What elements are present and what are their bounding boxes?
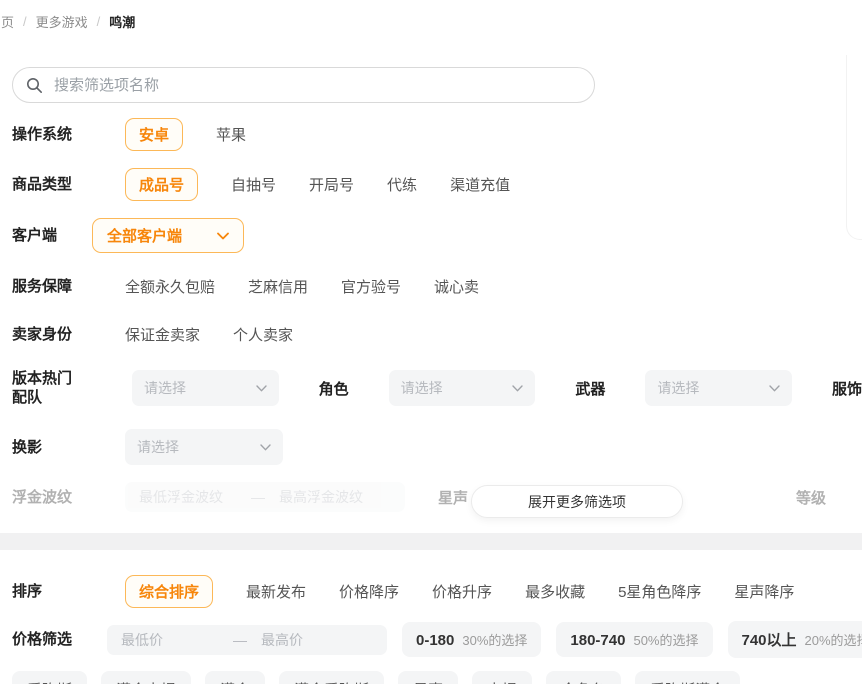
filter-row-team: 版本热门 配队 请选择 角色 请选择 武器 请选择 服饰 [0,369,862,407]
star-sound-label: 星声 [438,487,468,508]
chevron-down-icon [769,385,780,392]
chevron-down-icon [512,385,523,392]
price-filter-row: 价格筛选 — 0-180 30%的选择 180-740 50%的选择 740以上… [0,621,862,658]
goods-option-channel-topup[interactable]: 渠道充值 [450,174,510,195]
price-range-percent: 50%的选择 [633,630,698,649]
tag-pill[interactable]: 全角色 [546,671,621,684]
shadow-select[interactable]: 请选择 [125,429,283,465]
sort-option-5star-desc[interactable]: 5星角色降序 [618,581,701,602]
goods-option-finished[interactable]: 成品号 [125,168,198,201]
chevron-down-icon [260,444,271,451]
seller-label: 卖家身份 [12,325,92,344]
price-range-pill-mid[interactable]: 180-740 50%的选择 [556,622,712,657]
filter-row-ripple: 浮金波纹 — 星声 等级 展开更多筛选项 [0,482,862,512]
shadow-select-placeholder: 请选择 [137,437,179,457]
price-range-percent: 20%的选择 [805,630,862,649]
chevron-down-icon [256,385,267,392]
weapon-select[interactable]: 请选择 [645,370,792,406]
search-icon [26,77,43,94]
sort-option-star-sound-desc[interactable]: 星声降序 [734,581,794,602]
filter-row-seller: 卖家身份 保证金卖家 个人卖家 [0,322,862,346]
breadcrumb-current-game: 鸣潮 [109,12,135,31]
service-option-zhima-credit[interactable]: 芝麻信用 [248,276,308,297]
range-dash: — [233,632,247,648]
tag-pill[interactable]: 满命卡提 [101,671,191,684]
chevron-down-icon [217,232,229,240]
ripple-max-input[interactable] [279,489,460,505]
sort-option-price-desc[interactable]: 价格降序 [339,581,399,602]
goods-type-label: 商品类型 [12,175,92,194]
team-label: 版本热门 配队 [12,369,92,407]
shadow-label: 换影 [12,438,92,457]
goods-option-self-draw[interactable]: 自抽号 [231,174,276,195]
filter-page: 页 / 更多游戏 / 鸣潮 操作系统 安卓 苹果 商品类型 成品号 自抽号 开局… [0,0,862,684]
sort-option-price-asc[interactable]: 价格升序 [432,581,492,602]
service-option-sincere-sale[interactable]: 诚心卖 [434,276,479,297]
filter-row-goods-type: 商品类型 成品号 自抽号 开局号 代练 渠道充值 [0,168,862,201]
ripple-min-input[interactable] [139,489,251,505]
sort-option-most-favorited[interactable]: 最多收藏 [525,581,585,602]
filter-row-os: 操作系统 安卓 苹果 [0,118,862,151]
filter-row-shadow: 换影 请选择 [0,429,862,465]
weapon-select-placeholder: 请选择 [657,378,699,398]
role-select-placeholder: 请选择 [401,378,443,398]
expand-more-filters-button[interactable]: 展开更多筛选项 [471,485,683,518]
os-label: 操作系统 [12,125,92,144]
client-select-value: 全部客户端 [107,225,182,246]
service-option-official-verify[interactable]: 官方验号 [341,276,401,297]
breadcrumb-more-games[interactable]: 更多游戏 [36,12,88,31]
seller-option-personal[interactable]: 个人卖家 [233,324,293,345]
breadcrumb-separator: / [97,14,101,29]
tag-pill[interactable]: 满命爱弥斯 [279,671,384,684]
tag-pill[interactable]: 星声 [398,671,458,684]
tag-pill[interactable]: 满命 [205,671,265,684]
os-option-android[interactable]: 安卓 [125,118,183,151]
service-option-full-refund[interactable]: 全额永久包赔 [125,276,215,297]
tag-pill[interactable]: 卡提 [472,671,532,684]
service-label: 服务保障 [12,277,92,296]
floating-panel-edge [846,55,862,240]
sort-option-newest[interactable]: 最新发布 [246,581,306,602]
search-input[interactable] [52,76,581,95]
breadcrumb: 页 / 更多游戏 / 鸣潮 [0,0,862,31]
ripple-label: 浮金波纹 [12,488,92,507]
price-range-value: 0-180 [416,632,454,649]
price-filter-label: 价格筛选 [12,630,92,649]
sort-label: 排序 [12,582,92,601]
sort-option-comprehensive[interactable]: 综合排序 [125,575,213,608]
role-label: 角色 [319,378,349,399]
price-range-percent: 30%的选择 [462,630,527,649]
os-option-apple[interactable]: 苹果 [216,124,246,145]
breadcrumb-home[interactable]: 页 [1,12,14,31]
price-range-pill-low[interactable]: 0-180 30%的选择 [402,622,541,657]
client-label: 客户端 [12,226,92,245]
team-select[interactable]: 请选择 [132,370,279,406]
filter-row-client: 客户端 全部客户端 [0,218,862,253]
search-bar[interactable] [12,67,595,103]
level-label: 等级 [796,487,826,508]
outfit-label: 服饰 [832,378,862,399]
tag-pill[interactable]: 爱弥斯 [12,671,87,684]
tag-pill[interactable]: 爱弥斯满命 [635,671,740,684]
client-select[interactable]: 全部客户端 [92,218,244,253]
sort-row: 排序 综合排序 最新发布 价格降序 价格升序 最多收藏 5星角色降序 星声降序 [0,575,862,608]
price-min-input[interactable] [121,632,233,648]
goods-option-boosting[interactable]: 代练 [387,174,417,195]
breadcrumb-separator: / [23,14,27,29]
weapon-label: 武器 [575,378,605,399]
role-select[interactable]: 请选择 [389,370,536,406]
team-select-placeholder: 请选择 [144,378,186,398]
price-range-value: 740以上 [742,629,797,650]
ripple-range-box[interactable]: — [125,482,405,512]
section-divider [0,533,862,550]
price-range-pill-high[interactable]: 740以上 20%的选择 [728,621,862,658]
range-dash: — [251,489,265,505]
price-range-value: 180-740 [570,632,625,649]
hot-tags-row: 爱弥斯 满命卡提 满命 满命爱弥斯 星声 卡提 全角色 爱弥斯满命 [0,671,862,684]
filter-row-service: 服务保障 全额永久包赔 芝麻信用 官方验号 诚心卖 [0,274,862,298]
seller-option-deposit[interactable]: 保证金卖家 [125,324,200,345]
goods-option-starter[interactable]: 开局号 [309,174,354,195]
price-range-box[interactable]: — [107,625,387,655]
